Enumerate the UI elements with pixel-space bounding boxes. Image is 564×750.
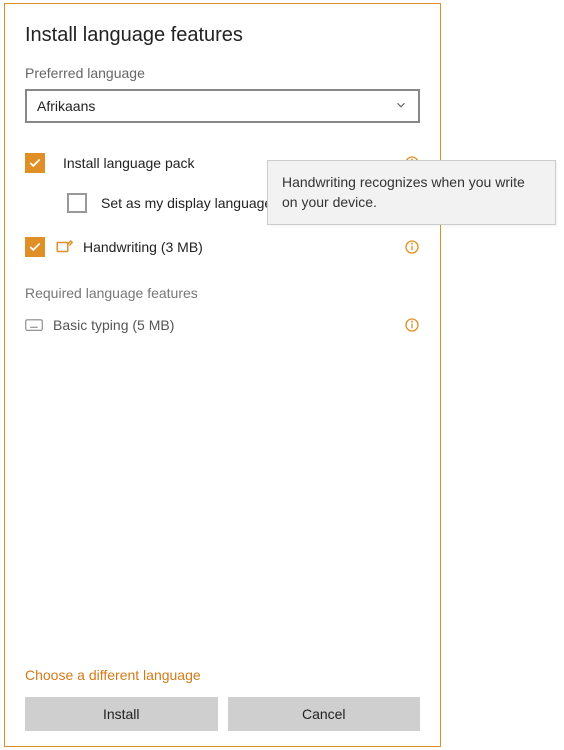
button-row: Install Cancel bbox=[25, 697, 420, 731]
preferred-language-dropdown[interactable]: Afrikaans bbox=[25, 89, 420, 123]
display-language-checkbox[interactable] bbox=[67, 193, 87, 213]
handwriting-icon bbox=[55, 238, 73, 256]
handwriting-checkbox[interactable] bbox=[25, 237, 45, 257]
cancel-button[interactable]: Cancel bbox=[228, 697, 421, 731]
dropdown-value: Afrikaans bbox=[37, 98, 95, 114]
info-icon[interactable] bbox=[404, 239, 420, 255]
page-title: Install language features bbox=[25, 24, 420, 47]
tooltip-text: Handwriting recognizes when you write on… bbox=[282, 174, 525, 210]
install-language-panel: Install language features Preferred lang… bbox=[4, 3, 441, 747]
preferred-language-label: Preferred language bbox=[25, 65, 420, 81]
choose-different-language-link[interactable]: Choose a different language bbox=[25, 667, 420, 683]
chevron-down-icon bbox=[394, 98, 408, 115]
required-features-label: Required language features bbox=[25, 285, 420, 301]
install-button[interactable]: Install bbox=[25, 697, 218, 731]
basic-typing-label: Basic typing (5 MB) bbox=[53, 317, 404, 333]
required-basic-typing: Basic typing (5 MB) bbox=[25, 313, 420, 337]
install-pack-checkbox[interactable] bbox=[25, 153, 45, 173]
keyboard-icon bbox=[25, 316, 43, 334]
spacer bbox=[25, 347, 420, 667]
feature-handwriting: Handwriting (3 MB) bbox=[25, 233, 420, 261]
handwriting-label: Handwriting (3 MB) bbox=[83, 239, 404, 255]
handwriting-tooltip: Handwriting recognizes when you write on… bbox=[267, 160, 556, 225]
info-icon[interactable] bbox=[404, 317, 420, 333]
